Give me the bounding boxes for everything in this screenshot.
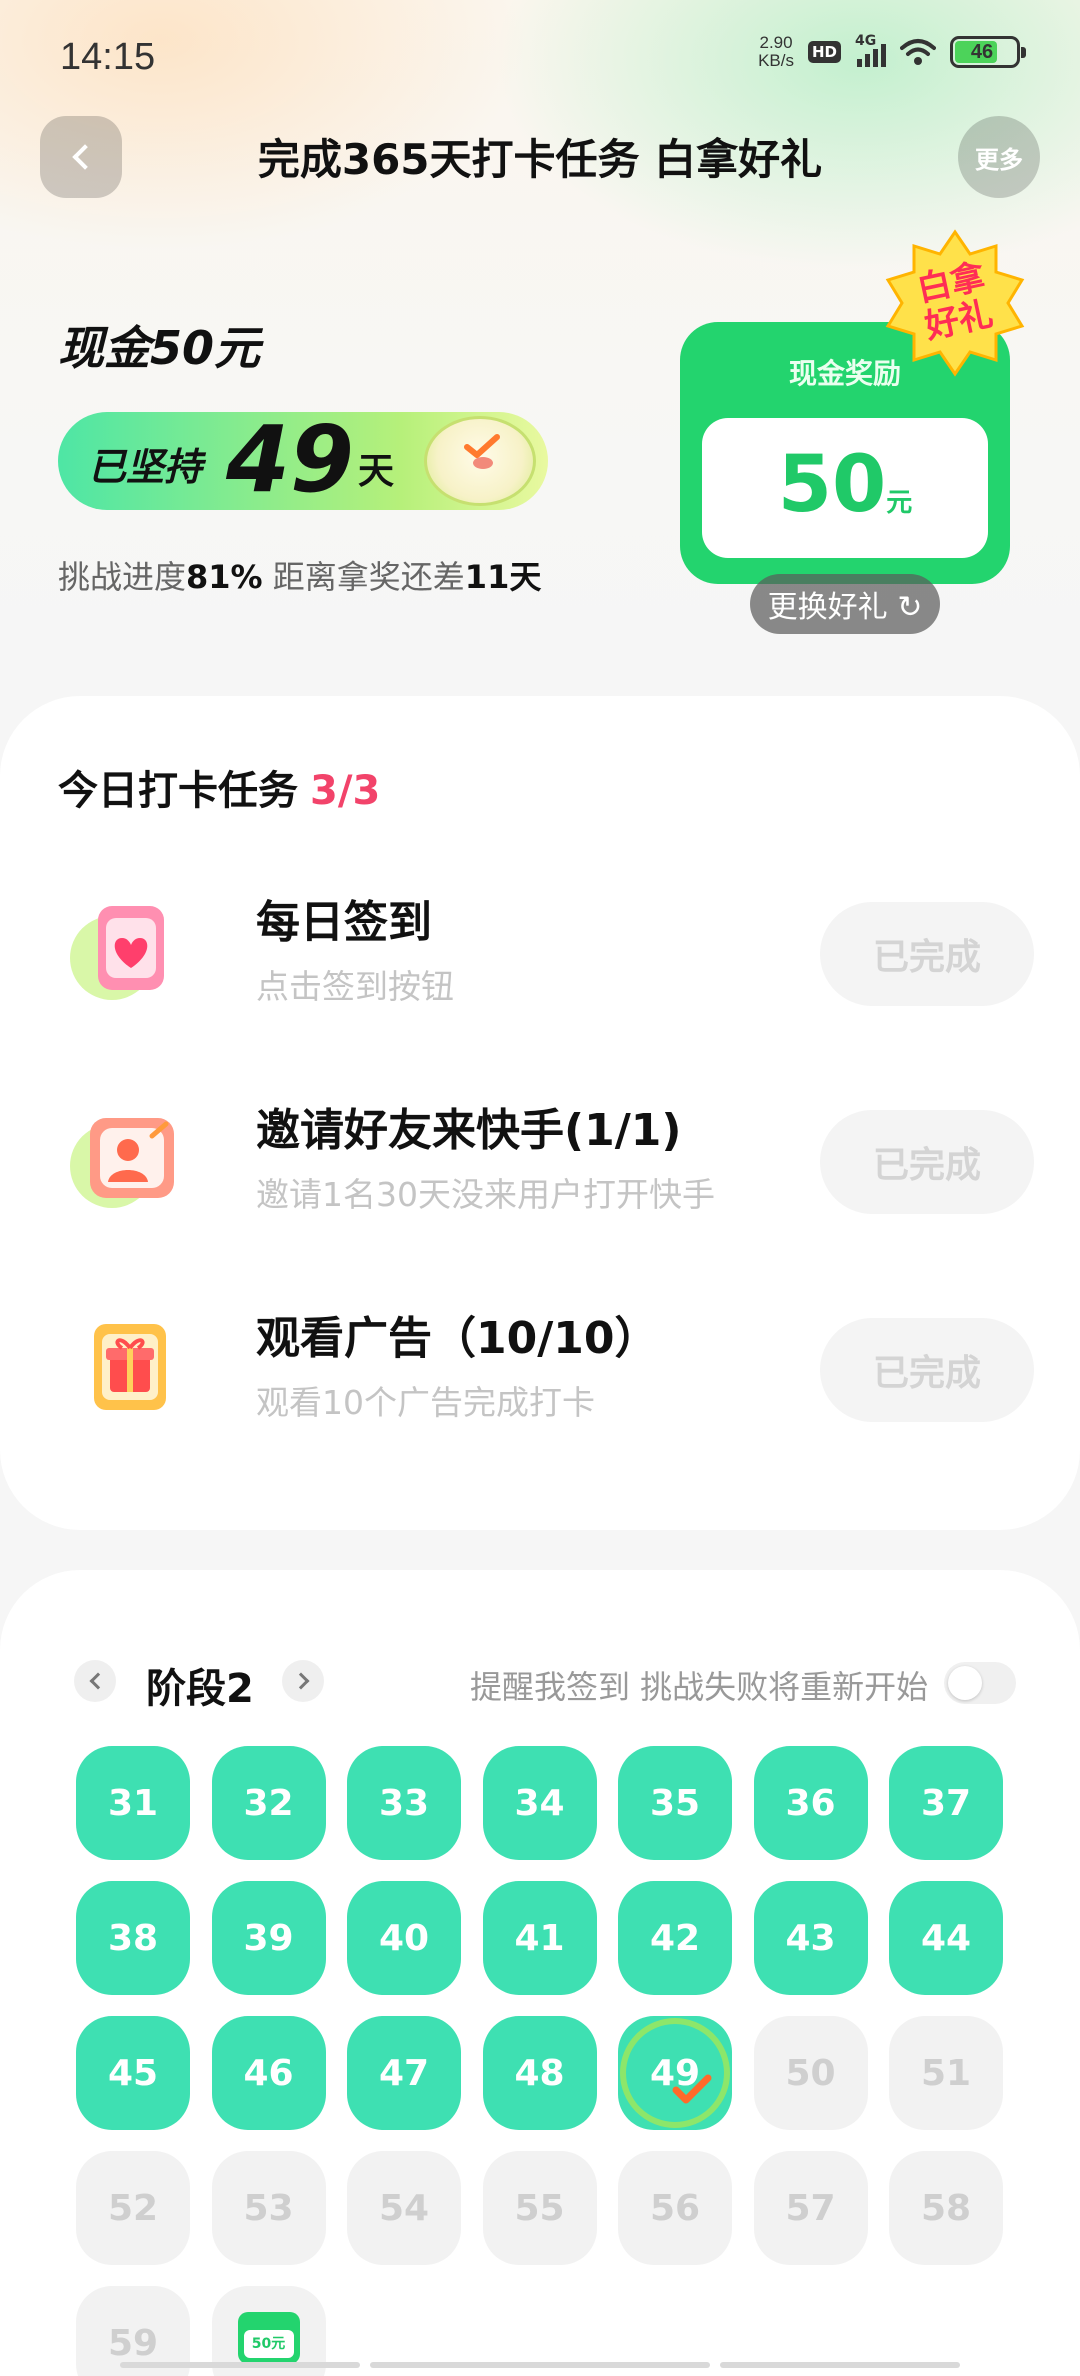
reward-amount: 50元 — [702, 440, 988, 530]
day-cell-upcoming[interactable]: 51 — [889, 2016, 1003, 2130]
day-cell-done[interactable]: 38 — [76, 1881, 190, 1995]
gift-card-text: 50元 — [243, 2330, 294, 2358]
tasks-count: 3/3 — [310, 768, 381, 814]
day-cell-done[interactable]: 36 — [753, 1746, 868, 1860]
day-cell-upcoming[interactable]: 54 — [347, 2151, 461, 2265]
progress-label: 挑战进度 — [58, 558, 187, 596]
day-cell-done[interactable]: 41 — [482, 1881, 597, 1995]
reminder-toggle[interactable] — [944, 1662, 1016, 1704]
reward-title: 现金50元 — [58, 321, 261, 375]
reward-amount-unit: 元 — [886, 488, 913, 518]
task-done-button[interactable]: 已完成 — [820, 902, 1034, 1006]
task-desc: 邀请1名30天没来用户打开快手 — [256, 1175, 715, 1214]
free-gift-badge: 白拿好礼 — [880, 228, 1030, 378]
hd-icon: HD — [807, 41, 841, 63]
swap-gift-button[interactable]: 更换好礼 ↻ — [750, 574, 940, 634]
day-cell-upcoming[interactable]: 55 — [482, 2151, 597, 2265]
mascot-icon — [424, 416, 536, 506]
battery-level: 46 — [970, 41, 994, 63]
status-icons: 2.90 KB/s HD 4G 46 — [758, 33, 1026, 70]
calendar-heart-icon — [70, 888, 190, 1008]
net-speed: 2.90 KB/s — [758, 34, 794, 70]
battery-icon: 46 — [950, 36, 1026, 68]
chevron-right-icon — [292, 1672, 309, 1690]
page-title: 完成365天打卡任务 白拿好礼 — [257, 135, 823, 184]
day-cell-done[interactable]: 43 — [753, 1881, 868, 1995]
task-item: 观看广告（10/10） 观看10个广告完成打卡 已完成 — [0, 1284, 1080, 1444]
day-cell-done[interactable]: 44 — [889, 1881, 1003, 1995]
day-cell-upcoming[interactable]: 52 — [76, 2151, 190, 2265]
check-icon — [672, 2074, 712, 2104]
task-name: 邀请好友来快手(1/1) — [256, 1105, 682, 1156]
cash-card-icon: 50元 — [237, 2312, 300, 2364]
day-cell-done[interactable]: 31 — [76, 1746, 190, 1860]
prev-stage-button[interactable] — [74, 1660, 116, 1702]
streak-prefix: 已坚持 — [88, 445, 203, 489]
toggle-knob — [948, 1666, 982, 1700]
task-desc: 点击签到按钮 — [256, 967, 454, 1006]
reminder-text: 提醒我签到 挑战失败将重新开始 — [470, 1668, 929, 1706]
reward-amount-value: 50 — [777, 440, 887, 530]
checkin-calendar: 阶段2 提醒我签到 挑战失败将重新开始 31 32 33 34 35 36 37 38 39 40… — [0, 1570, 1080, 2376]
network-type: 4G — [855, 33, 877, 49]
task-name: 每日签到 — [256, 897, 432, 948]
day-cell-upcoming[interactable]: 50 — [753, 2016, 868, 2130]
day-cell-done[interactable]: 35 — [618, 1746, 732, 1860]
streak-suffix: 天 — [358, 451, 395, 492]
tasks-card: 今日打卡任务 3/3 每日签到 点击签到按钮 已完成 邀请好友来快手(1/1) … — [0, 696, 1080, 1530]
day-cell-upcoming[interactable]: 53 — [211, 2151, 326, 2265]
remaining-label: 距离拿奖还差 — [272, 558, 465, 596]
day-cell-done[interactable]: 42 — [618, 1881, 732, 1995]
progress-value: 81% — [186, 558, 263, 596]
home-indicator — [120, 2362, 960, 2368]
remaining-value: 11天 — [464, 558, 542, 596]
day-cell-upcoming[interactable]: 58 — [889, 2151, 1003, 2265]
day-cell-upcoming[interactable]: 57 — [753, 2151, 868, 2265]
task-item: 每日签到 点击签到按钮 已完成 — [0, 868, 1080, 1028]
more-button[interactable]: 更多 — [958, 116, 1040, 198]
day-cell-done[interactable]: 32 — [211, 1746, 326, 1860]
day-cell-done[interactable]: 45 — [76, 2016, 190, 2130]
net-speed-value: 2.90 — [759, 33, 793, 52]
tasks-heading: 今日打卡任务 3/3 — [58, 758, 380, 816]
next-stage-button[interactable] — [282, 1660, 324, 1702]
wifi-icon — [900, 39, 936, 65]
back-button[interactable] — [40, 116, 122, 198]
streak-banner: 已坚持 49 天 — [58, 406, 548, 513]
day-cell-done[interactable]: 39 — [211, 1881, 326, 1995]
tasks-heading-label: 今日打卡任务 — [58, 768, 298, 814]
today-ring — [620, 2018, 730, 2128]
status-time: 14:15 — [60, 36, 156, 78]
day-cell-upcoming[interactable]: 56 — [618, 2151, 732, 2265]
reward-card-inner: 50元 — [702, 418, 988, 558]
day-cell-done[interactable]: 40 — [347, 1881, 461, 1995]
day-cell-done[interactable]: 47 — [347, 2016, 461, 2130]
task-done-button[interactable]: 已完成 — [820, 1110, 1034, 1214]
day-cell-done[interactable]: 48 — [482, 2016, 597, 2130]
signal-icon: 4G — [855, 33, 886, 67]
task-desc: 观看10个广告完成打卡 — [256, 1383, 595, 1422]
chevron-left-icon — [72, 144, 98, 170]
streak-days: 49 — [226, 406, 355, 513]
day-cell-today[interactable]: 49 — [618, 2016, 732, 2130]
day-cell-done[interactable]: 37 — [889, 1746, 1003, 1860]
net-speed-unit: KB/s — [758, 51, 794, 70]
gift-box-icon — [70, 1304, 190, 1424]
day-cell-done[interactable]: 34 — [482, 1746, 597, 1860]
day-cell-done[interactable]: 33 — [347, 1746, 461, 1860]
chevron-left-icon — [89, 1672, 106, 1690]
stage-label: 阶段2 — [146, 1666, 254, 1712]
day-cell-done[interactable]: 46 — [211, 2016, 326, 2130]
task-item: 邀请好友来快手(1/1) 邀请1名30天没来用户打开快手 已完成 — [0, 1076, 1080, 1236]
status-bar: 14:15 2.90 KB/s HD 4G 46 — [0, 0, 1080, 110]
task-name: 观看广告（10/10） — [256, 1313, 659, 1364]
task-done-button[interactable]: 已完成 — [820, 1318, 1034, 1422]
invite-friend-icon — [70, 1096, 190, 1216]
challenge-progress: 挑战进度81% 距离拿奖还差11天 — [58, 552, 541, 598]
